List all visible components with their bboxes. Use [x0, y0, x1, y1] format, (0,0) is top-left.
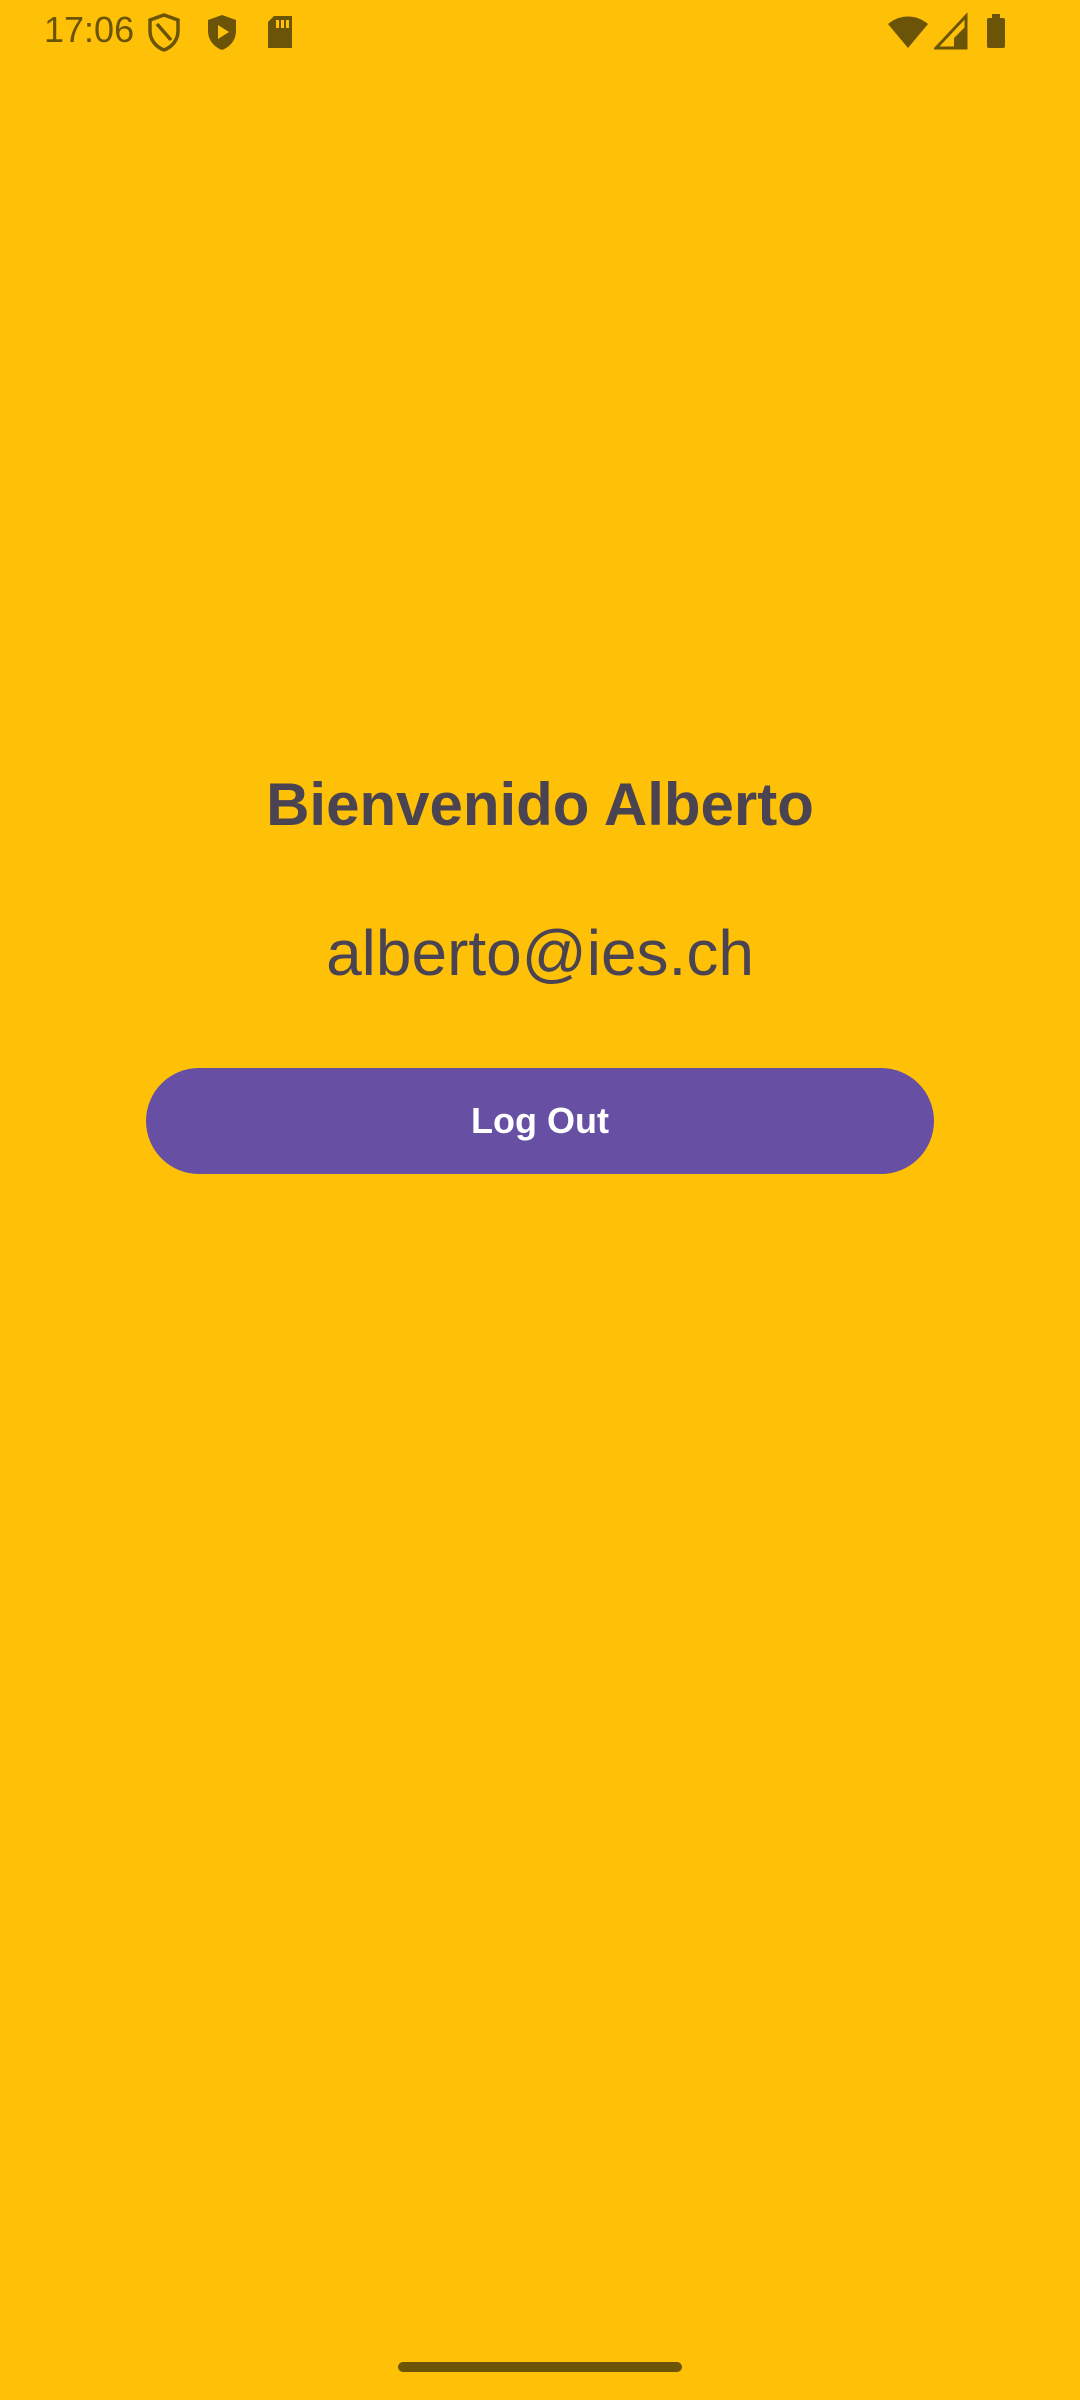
status-time: 17:06: [44, 9, 135, 50]
user-email: alberto@ies.ch: [326, 917, 754, 989]
play-protect-icon: [204, 12, 240, 52]
battery-icon: [984, 12, 1008, 52]
sd-card-icon: [264, 12, 296, 52]
welcome-heading: Bienvenido Alberto: [266, 771, 814, 838]
gesture-navigation-bar[interactable]: [398, 2362, 682, 2372]
signal-icon: [934, 12, 970, 52]
status-bar: 17:06: [0, 0, 1080, 64]
wifi-icon: [886, 12, 930, 52]
vpn-shield-icon: [146, 12, 182, 52]
logout-button[interactable]: Log Out: [146, 1068, 934, 1174]
